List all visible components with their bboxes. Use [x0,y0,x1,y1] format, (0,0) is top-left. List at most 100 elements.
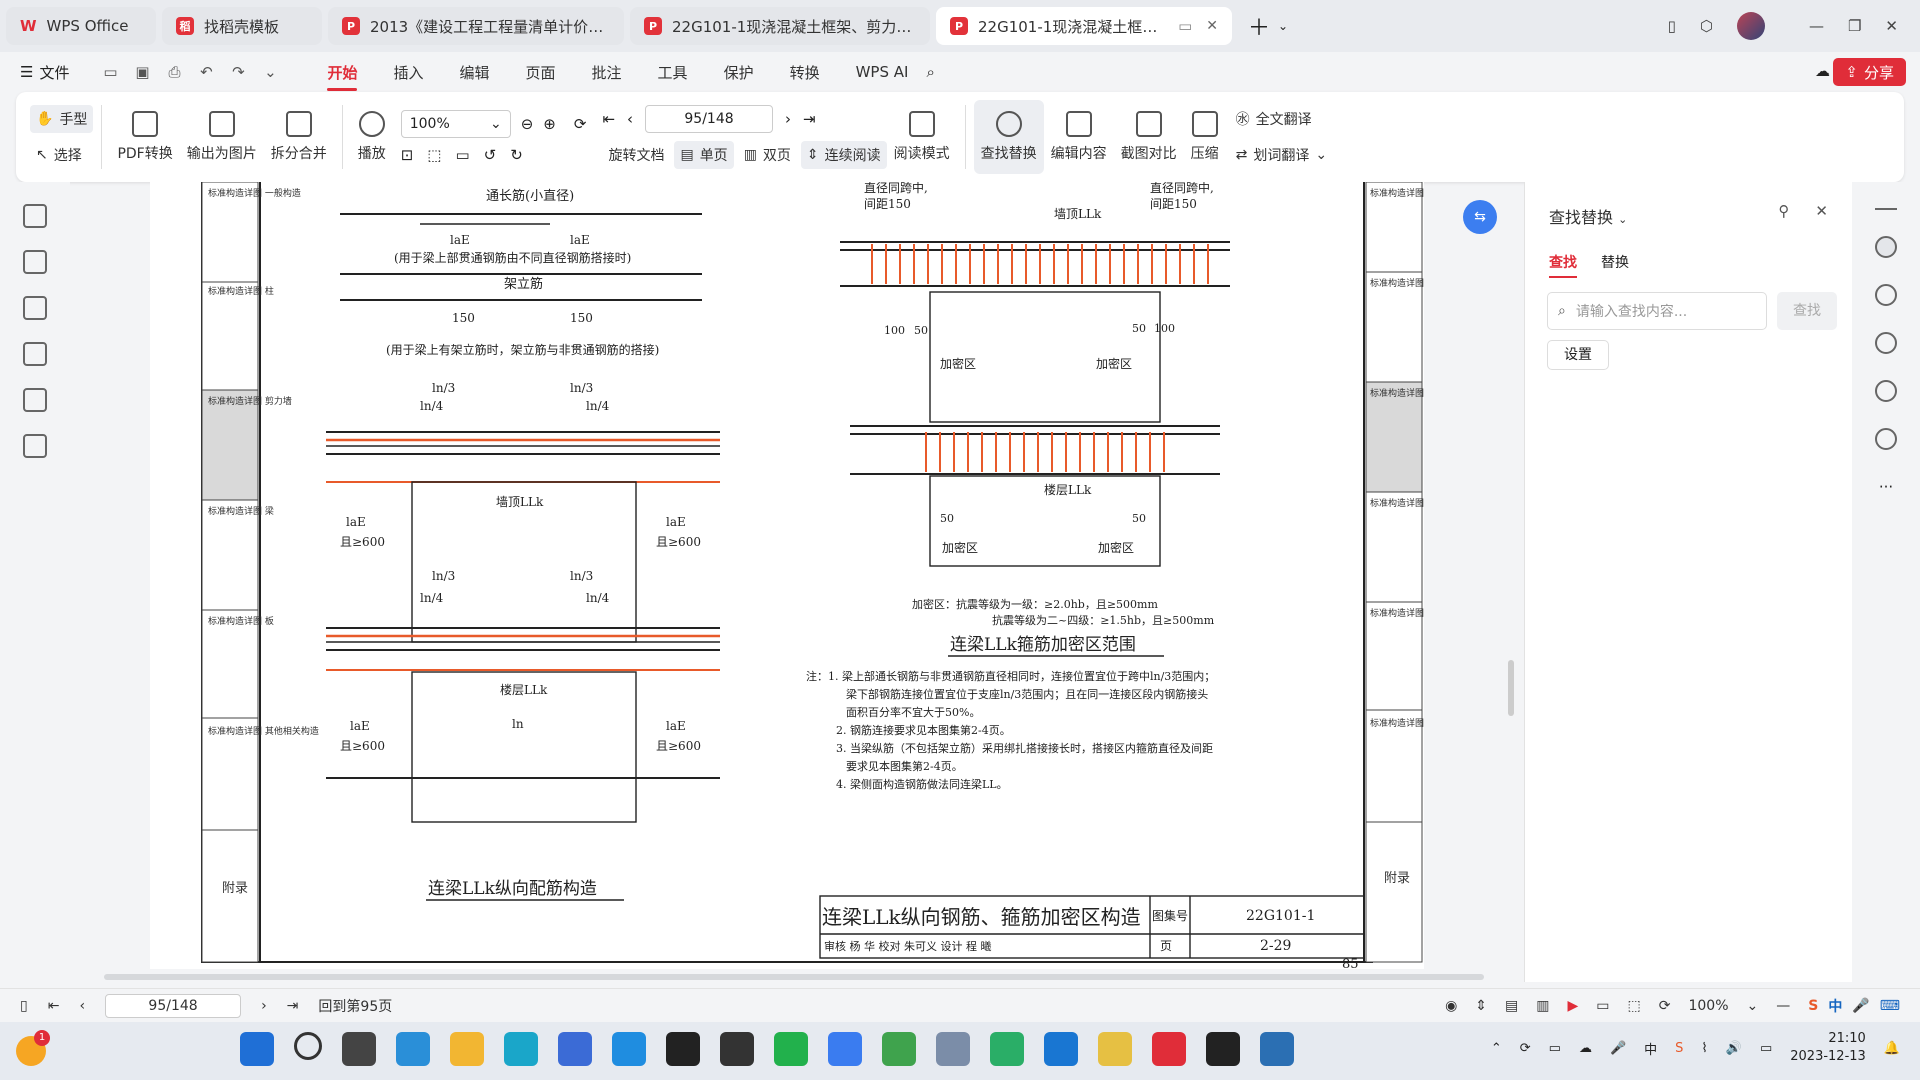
zoom-select[interactable]: 100% ⌄ [400,110,511,138]
folder-icon[interactable]: ▭ [99,61,121,83]
ie-icon[interactable] [396,1032,430,1066]
zoom-out-icon[interactable]: ⊖ [521,115,534,133]
recorder-icon[interactable] [1206,1032,1240,1066]
first-page-icon[interactable]: ⇤ [602,110,615,128]
menu-edit[interactable]: 编辑 [460,62,490,83]
app2-icon[interactable] [936,1032,970,1066]
qq-icon[interactable] [666,1032,700,1066]
tab-find[interactable]: 查找 [1549,252,1577,278]
battery-icon[interactable]: ▭ [1760,1041,1772,1056]
save-icon[interactable]: ▣ [131,61,153,83]
side-tab-other-right[interactable]: 标准构造详图 其他相关构造 [1370,717,1424,729]
browser-icon[interactable] [612,1032,646,1066]
collapse-icon[interactable] [1875,208,1897,210]
settings-button[interactable]: 设置 [1547,340,1609,370]
side-tab-general-right[interactable]: 标准构造详图 一般构造 [1370,187,1424,199]
mic-icon[interactable]: 🎤 [1610,1041,1626,1056]
browser2-icon[interactable] [882,1032,916,1066]
start-icon[interactable] [240,1032,274,1066]
explorer-icon[interactable] [450,1032,484,1066]
compress-button[interactable]: 压缩 [1184,100,1226,174]
screen-icon[interactable]: ▭ [1178,17,1192,35]
close-window-icon[interactable]: ✕ [1885,17,1898,35]
undo-icon[interactable]: ↶ [195,61,217,83]
double-page-button[interactable]: ▥ 双页 [738,141,797,169]
side-tab-appendix-right[interactable]: 附录 [1384,871,1410,886]
fit-width-icon[interactable]: ▭ [455,146,469,164]
play-icon[interactable]: ▶ [1568,998,1579,1014]
menu-convert[interactable]: 转换 [790,62,820,83]
scroll-thumb[interactable] [104,974,1484,980]
search-icon[interactable]: ⌕ [926,63,934,81]
side-tab-appendix[interactable]: 附录 [222,881,248,896]
status-zoom[interactable]: 100% [1688,998,1728,1014]
search-icon[interactable] [294,1032,322,1060]
notification-icon[interactable]: 🔔 [1884,1041,1900,1056]
side-tab-beam-right[interactable]: 标准构造详图 梁 [1370,497,1424,509]
layers-icon[interactable] [23,434,47,458]
thumbnail-icon[interactable] [23,250,47,274]
side-tab-beam[interactable]: 标准构造详图 梁 [208,505,274,517]
rotate-doc-button[interactable]: 旋转文档 [602,141,670,169]
full-translate-button[interactable]: ㊌全文翻译 [1230,105,1333,133]
last-page-icon[interactable]: ⇥ [803,110,816,128]
find-input[interactable]: ⌕ 请输入查找内容... [1547,292,1767,330]
chevron-down-icon[interactable]: ⌄ [1747,998,1759,1014]
next-page-icon[interactable]: › [261,998,267,1014]
side-tab-general[interactable]: 标准构造详图 一般构造 [208,187,301,199]
feishu-icon[interactable] [828,1032,862,1066]
cloud-off-icon[interactable]: ☁ [1579,1041,1592,1056]
single-page-icon[interactable]: ▤ [1505,998,1518,1014]
rotate-left-icon[interactable]: ↺ [484,146,497,164]
taskview-icon[interactable] [342,1032,376,1066]
zoom-out-icon[interactable]: — [1776,998,1790,1014]
zoom-in-icon[interactable]: ⊕ [543,115,556,133]
close-tab-icon[interactable]: ✕ [1206,18,1218,34]
page-input[interactable]: 95/148 [645,105,774,133]
wechat-icon[interactable] [990,1032,1024,1066]
tab-pdf-22g101-active[interactable]: P 22G101-1现浇混凝土框架、剪 ▭ ✕ [936,7,1232,45]
message-icon[interactable] [774,1032,808,1066]
side-tab-column[interactable]: 标准构造详图 柱 [208,285,274,297]
redo-icon[interactable]: ↷ [227,61,249,83]
menu-insert[interactable]: 插入 [393,62,423,83]
ime-icon[interactable]: 中 [1644,1039,1657,1058]
more-icon[interactable]: ··· [1875,476,1897,498]
search-icon[interactable] [1875,236,1897,258]
sidebar-toggle-icon[interactable]: ▯ [20,998,28,1014]
export-image-button[interactable]: 输出为图片 [180,100,264,174]
edit-content-button[interactable]: 编辑内容 [1044,100,1114,174]
help-icon[interactable] [1875,428,1897,450]
new-tab-icon[interactable]: ＋ [1248,10,1270,42]
tool-icon[interactable] [1044,1032,1078,1066]
close-panel-icon[interactable]: ✕ [1815,202,1828,220]
chevron-up-icon[interactable]: ⌃ [1491,1041,1502,1056]
prev-page-icon[interactable]: ‹ [79,998,85,1014]
tab-replace[interactable]: 替换 [1601,252,1629,278]
prev-page-icon[interactable]: ‹ [627,110,633,128]
ime-toolbar[interactable]: S 中 🎤 ⌨ [1808,996,1900,1016]
wifi-icon[interactable]: ⌇ [1701,1041,1707,1056]
menu-tools[interactable]: 工具 [658,62,688,83]
side-tab-slab[interactable]: 标准构造详图 板 [208,615,274,627]
double-page-icon[interactable]: ▥ [1536,998,1549,1014]
clock[interactable]: 21:10 2023-12-13 [1790,1030,1866,1066]
single-page-button[interactable]: ▤ 单页 [674,141,734,169]
comment-icon[interactable] [23,296,47,320]
menu-page[interactable]: 页面 [526,62,556,83]
fit-width-icon[interactable]: ▭ [1596,998,1609,1014]
side-tab-slab-right[interactable]: 标准构造详图 板 [1370,607,1424,619]
hamburger-icon[interactable]: ☰ [20,63,33,81]
chevron-down-icon[interactable]: ⌄ [1278,19,1288,33]
shield-icon[interactable] [1260,1032,1294,1066]
sogou-icon[interactable]: S [1675,1041,1683,1056]
store-icon[interactable] [558,1032,592,1066]
tab-docer[interactable]: 稻 找稻壳模板 [162,7,322,45]
print-icon[interactable]: ⎙ [163,61,185,83]
hand-tool-button[interactable]: ✋ 手型 [30,105,94,133]
fit-page-icon[interactable]: ⬚ [1628,998,1641,1014]
adjust-icon[interactable] [1875,332,1897,354]
chevron-down-icon[interactable]: ⌄ [259,61,281,83]
pin-icon[interactable]: ⚲ [1778,202,1789,220]
eye-icon[interactable]: ◉ [1445,998,1457,1014]
